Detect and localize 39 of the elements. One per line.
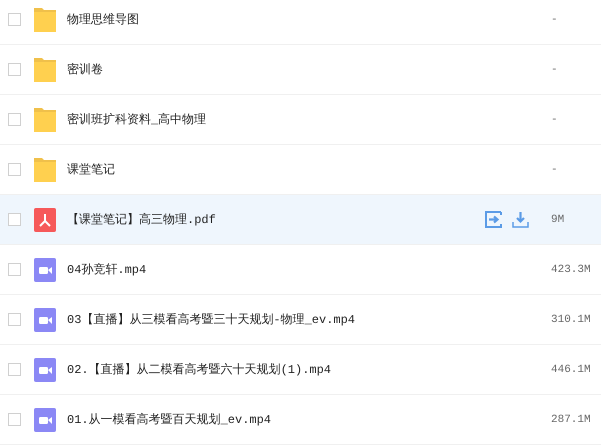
file-name: 04孙竞轩.mp4: [67, 262, 148, 278]
checkbox[interactable]: [8, 413, 21, 426]
download-icon[interactable]: [512, 211, 529, 228]
file-name: 03【直播】从三模看高考暨三十天规划-物理_ev.mp4: [67, 312, 356, 328]
file-size: -: [551, 114, 559, 126]
file-size: 9M: [551, 214, 566, 226]
video-file-icon: [34, 358, 56, 382]
file-size: -: [551, 14, 559, 26]
checkbox[interactable]: [8, 163, 21, 176]
file-name: 课堂笔记: [67, 162, 116, 178]
checkbox[interactable]: [8, 63, 21, 76]
file-size: -: [551, 164, 559, 176]
file-size: 423.3M: [551, 264, 592, 276]
file-name: 【课堂笔记】高三物理.pdf: [67, 212, 217, 228]
folder-icon: [34, 108, 56, 132]
checkbox[interactable]: [8, 363, 21, 376]
checkbox[interactable]: [8, 213, 21, 226]
file-size: 310.1M: [551, 314, 592, 326]
folder-icon: [34, 58, 56, 82]
file-size: 287.1M: [551, 414, 592, 426]
pdf-file-icon: [34, 208, 56, 232]
file-name: 01.从一模看高考暨百天规划_ev.mp4: [67, 412, 272, 428]
checkbox[interactable]: [8, 263, 21, 276]
file-size: 446.1M: [551, 364, 592, 376]
folder-icon: [34, 158, 56, 182]
file-size: -: [551, 64, 559, 76]
file-name: 物理思维导图: [67, 12, 140, 28]
file-row[interactable]: 【课堂笔记】高三物理.pdf 9M: [0, 195, 601, 245]
video-file-icon: [34, 408, 56, 432]
checkbox[interactable]: [8, 313, 21, 326]
share-icon[interactable]: [485, 211, 502, 228]
video-file-icon: [34, 258, 56, 282]
checkbox[interactable]: [8, 13, 21, 26]
video-file-icon: [34, 308, 56, 332]
folder-icon: [34, 8, 56, 32]
checkbox[interactable]: [8, 113, 21, 126]
file-name: 密训卷: [67, 62, 104, 78]
file-name: 密训班扩科资料_高中物理: [67, 112, 208, 128]
file-name: 02.【直播】从二模看高考暨六十天规划(1).mp4: [67, 362, 332, 378]
